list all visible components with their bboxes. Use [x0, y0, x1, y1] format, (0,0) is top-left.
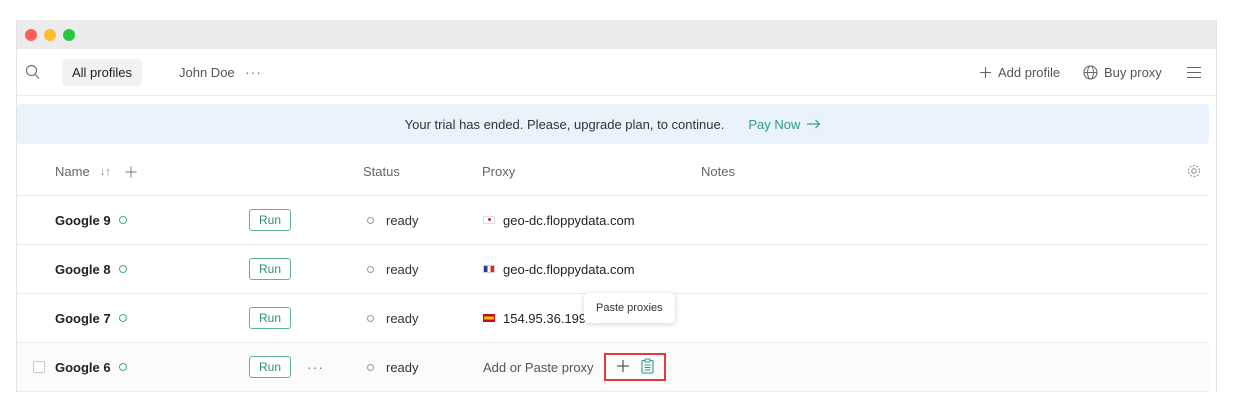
- proxy-host: geo-dc.floppydata.com: [503, 261, 635, 277]
- clipboard-paste-icon[interactable]: [641, 358, 654, 377]
- tab-john-doe[interactable]: John Doe: [169, 59, 245, 86]
- plus-icon: [979, 66, 992, 79]
- app-window: All profiles John Doe ··· Add profile Bu…: [16, 20, 1217, 392]
- run-button[interactable]: Run: [249, 258, 291, 280]
- banner-message: Your trial has ended. Please, upgrade pl…: [404, 116, 725, 132]
- buy-proxy-label: Buy proxy: [1104, 65, 1162, 80]
- spain-flag-icon: [483, 314, 495, 322]
- status-cell: ready: [367, 294, 419, 342]
- add-proxy-plus-icon[interactable]: [616, 359, 630, 376]
- gear-icon[interactable]: [1187, 164, 1201, 181]
- pay-now-label: Pay Now: [748, 116, 801, 132]
- sort-icon[interactable]: ↓↑: [100, 166, 111, 178]
- minimize-window-button[interactable]: [44, 29, 56, 41]
- status-cell: ready: [367, 196, 419, 244]
- row-checkbox-cell: [33, 343, 45, 391]
- status-dot-icon: [367, 216, 374, 224]
- window-titlebar: [17, 20, 1216, 49]
- pay-now-link[interactable]: Pay Now: [748, 117, 821, 132]
- run-button[interactable]: Run: [249, 356, 291, 378]
- proxy-cell[interactable]: geo-dc.floppydata.com: [483, 245, 635, 293]
- run-cell: Run: [249, 294, 291, 342]
- status-dot-icon: [367, 314, 374, 322]
- status-label: ready: [386, 261, 419, 277]
- profile-name[interactable]: Google 7: [55, 294, 127, 342]
- add-profile-button[interactable]: Add profile: [979, 59, 1060, 86]
- row-more-button[interactable]: ···: [307, 343, 324, 391]
- profile-name-label: Google 6: [55, 359, 111, 375]
- close-window-button[interactable]: [25, 29, 37, 41]
- profile-name-label: Google 9: [55, 212, 111, 228]
- proxy-cell[interactable]: geo-dc.floppydata.com: [483, 196, 635, 244]
- run-button[interactable]: Run: [249, 209, 291, 231]
- profile-name[interactable]: Google 8: [55, 245, 127, 293]
- profile-name-label: Google 7: [55, 310, 111, 326]
- column-header-notes[interactable]: Notes: [701, 164, 735, 179]
- proxy-cell[interactable]: Add or Paste proxy: [483, 343, 594, 391]
- status-cell: ready: [367, 343, 419, 391]
- profile-name[interactable]: Google 9: [55, 196, 127, 244]
- run-cell: Run: [249, 245, 291, 293]
- run-button[interactable]: Run: [249, 307, 291, 329]
- trial-ended-banner: Your trial has ended. Please, upgrade pl…: [17, 104, 1209, 144]
- run-cell: Run: [249, 196, 291, 244]
- table-row[interactable]: Google 9 Run ready geo-dc.floppydata.com: [17, 196, 1209, 245]
- proxy-cell[interactable]: 154.95.36.199: [483, 294, 586, 342]
- profiles-table: Name ↓↑ Status Proxy Notes Google 9 Run: [17, 146, 1209, 392]
- profile-status-indicator-icon: [118, 363, 127, 371]
- table-header: Name ↓↑ Status Proxy Notes: [17, 146, 1209, 196]
- arrow-right-icon: [807, 119, 821, 129]
- row-checkbox[interactable]: [33, 361, 45, 373]
- globe-icon: [1083, 65, 1098, 80]
- proxy-actions-highlight: [604, 353, 666, 381]
- column-name-label: Name: [55, 164, 90, 179]
- buy-proxy-button[interactable]: Buy proxy: [1083, 59, 1162, 86]
- status-label: ready: [386, 359, 419, 375]
- profile-status-indicator-icon: [118, 265, 127, 273]
- tabs-more-button[interactable]: ···: [245, 65, 262, 79]
- status-label: ready: [386, 310, 419, 326]
- add-profile-label: Add profile: [998, 65, 1061, 80]
- run-cell: Run: [249, 343, 291, 391]
- maximize-window-button[interactable]: [63, 29, 75, 41]
- profile-name[interactable]: Google 6: [55, 343, 127, 391]
- add-column-plus-icon[interactable]: [125, 166, 137, 178]
- status-dot-icon: [367, 265, 374, 273]
- profile-status-indicator-icon: [118, 216, 127, 224]
- search-icon[interactable]: [25, 63, 41, 81]
- france-flag-icon: [483, 265, 495, 273]
- profile-name-label: Google 8: [55, 261, 111, 277]
- japan-flag-icon: [483, 216, 495, 224]
- proxy-host: geo-dc.floppydata.com: [503, 212, 635, 228]
- paste-proxies-tooltip: Paste proxies: [584, 293, 675, 323]
- table-row[interactable]: Google 6 Run ··· ready Add or Paste prox…: [17, 343, 1209, 392]
- hamburger-menu-icon[interactable]: [1187, 67, 1201, 79]
- proxy-host: 154.95.36.199: [503, 310, 587, 326]
- tab-all-profiles[interactable]: All profiles: [62, 59, 142, 86]
- column-header-proxy[interactable]: Proxy: [482, 164, 515, 179]
- table-row[interactable]: Google 8 Run ready geo-dc.floppydata.com: [17, 245, 1209, 294]
- proxy-placeholder: Add or Paste proxy: [483, 359, 594, 375]
- status-dot-icon: [367, 363, 374, 371]
- status-cell: ready: [367, 245, 419, 293]
- toolbar: All profiles John Doe ··· Add profile Bu…: [17, 49, 1216, 96]
- profile-status-indicator-icon: [118, 314, 127, 322]
- column-header-status[interactable]: Status: [363, 164, 400, 179]
- column-header-name: Name ↓↑: [55, 164, 137, 179]
- status-label: ready: [386, 212, 419, 228]
